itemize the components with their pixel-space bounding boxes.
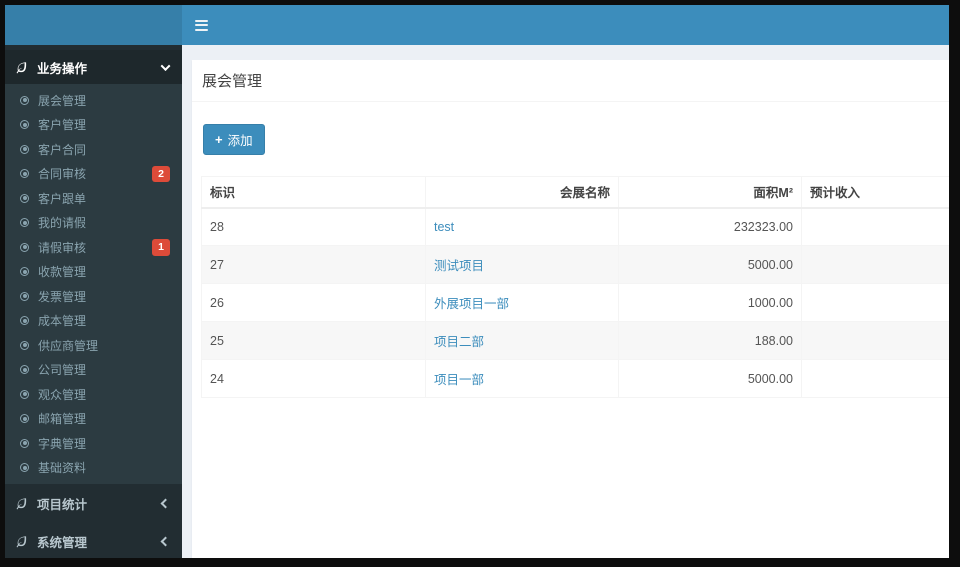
table-row: 26 外展项目一部 1000.00 10000.00 外展项目	[201, 283, 949, 322]
sidebar-menu-item[interactable]: 发票管理	[5, 284, 182, 309]
exhibition-name-link[interactable]: 测试项目	[434, 259, 484, 273]
dot-circle-icon	[20, 193, 29, 203]
cell-area: 232323.00	[618, 207, 802, 246]
table-row: 24 项目一部 5000.00 100000.00 内展项目	[201, 359, 949, 398]
dot-circle-icon	[20, 365, 29, 375]
dot-circle-icon	[20, 95, 29, 105]
exhibition-panel: 展会管理 + 添加 标识会展名称面积M²预计收入实施部门	[192, 60, 949, 558]
dot-circle-icon	[20, 389, 29, 399]
exhibition-name-link[interactable]: test	[434, 220, 454, 234]
sidebar-menu-item[interactable]: 字典管理	[5, 431, 182, 456]
sidebar-menu-item[interactable]: 基础资料	[5, 456, 182, 481]
sidebar-menu-item[interactable]: 合同审核 2	[5, 162, 182, 187]
notification-badge: 2	[152, 165, 170, 182]
sidebar-menu-item[interactable]: 客户跟单	[5, 186, 182, 211]
sidebar-menu-item[interactable]: 客户管理	[5, 113, 182, 138]
sidebar-section-label: 系统管理	[37, 535, 88, 550]
logo-area[interactable]	[5, 5, 182, 45]
sidebar-section-system-mgmt[interactable]: 系统管理	[5, 522, 182, 558]
content-area: 展会管理 + 添加 标识会展名称面积M²预计收入实施部门	[182, 45, 949, 558]
table-column-header[interactable]: 预计收入	[801, 176, 949, 209]
sidebar-menu-item[interactable]: 供应商管理	[5, 333, 182, 358]
cell-income: 3232.00	[801, 207, 949, 246]
sidebar-menu-item[interactable]: 观众管理	[5, 382, 182, 407]
dot-circle-icon	[20, 169, 29, 179]
dot-circle-icon	[20, 340, 29, 350]
sidebar: 业务操作 展会管理 客户管理 客户合同 合同审核 2 客户跟单 我的请假 请假审…	[5, 45, 182, 558]
exhibition-table: 标识会展名称面积M²预计收入实施部门 28 test 232323.00 323…	[201, 176, 949, 398]
chevron-left-icon	[160, 536, 171, 546]
table-row: 27 测试项目 5000.00 100000.00 内展项目	[201, 245, 949, 284]
app-window: 业务操作 展会管理 客户管理 客户合同 合同审核 2 客户跟单 我的请假 请假审…	[5, 5, 949, 558]
sidebar-menu-item[interactable]: 成本管理	[5, 309, 182, 334]
table-column-header[interactable]: 标识	[201, 176, 426, 209]
cell-id: 24	[201, 359, 426, 398]
cell-id: 28	[201, 207, 426, 246]
chevron-down-icon	[160, 60, 171, 71]
sidebar-menu-item[interactable]: 收款管理	[5, 260, 182, 285]
exhibition-name-link[interactable]: 外展项目一部	[434, 297, 509, 311]
sidebar-menu-item[interactable]: 请假审核 1	[5, 235, 182, 260]
cell-income: 100000.00	[801, 359, 949, 398]
sidebar-menu-item[interactable]: 客户合同	[5, 137, 182, 162]
dot-circle-icon	[20, 291, 29, 301]
cell-area: 5000.00	[618, 245, 802, 284]
cell-id: 27	[201, 245, 426, 284]
sidebar-menu-item[interactable]: 邮箱管理	[5, 407, 182, 432]
sidebar-section-business-ops[interactable]: 业务操作	[5, 50, 182, 84]
table-row: 25 项目二部 188.00 10000.00 内展项目	[201, 321, 949, 360]
sidebar-toggle-button[interactable]	[195, 19, 208, 31]
panel-header: 展会管理	[192, 60, 949, 102]
cell-income: 10000.00	[801, 321, 949, 360]
exhibition-name-link[interactable]: 项目一部	[434, 373, 484, 387]
table-header-row: 标识会展名称面积M²预计收入实施部门	[201, 176, 949, 209]
cell-id: 26	[201, 283, 426, 322]
sidebar-menu-item[interactable]: 我的请假	[5, 211, 182, 236]
sidebar-menu-item[interactable]: 展会管理	[5, 88, 182, 113]
cell-income: 100000.00	[801, 245, 949, 284]
sidebar-menu-item[interactable]: 公司管理	[5, 358, 182, 383]
panel-body: + 添加 标识会展名称面积M²预计收入实施部门	[192, 102, 949, 408]
exhibition-name-link[interactable]: 项目二部	[434, 335, 484, 349]
top-bar	[5, 5, 949, 45]
dot-circle-icon	[20, 438, 29, 448]
notification-badge: 1	[152, 239, 170, 256]
table-body: 28 test 232323.00 3232.00 内展项目 27 测试项目	[201, 207, 949, 398]
page-title: 展会管理	[202, 73, 263, 90]
plus-icon: +	[215, 132, 223, 147]
leaf-icon	[15, 497, 28, 510]
add-button[interactable]: + 添加	[203, 124, 265, 155]
leaf-icon	[15, 61, 28, 74]
dot-circle-icon	[20, 218, 29, 228]
table-column-header[interactable]: 会展名称	[425, 176, 619, 209]
cell-id: 25	[201, 321, 426, 360]
table-column-header[interactable]: 面积M²	[618, 176, 802, 209]
cell-income: 10000.00	[801, 283, 949, 322]
cell-area: 5000.00	[618, 359, 802, 398]
cell-area: 1000.00	[618, 283, 802, 322]
dot-circle-icon	[20, 267, 29, 277]
sidebar-section-project-stats[interactable]: 项目统计	[5, 484, 182, 522]
dot-circle-icon	[20, 144, 29, 154]
table-row: 28 test 232323.00 3232.00 内展项目	[201, 207, 949, 246]
dot-circle-icon	[20, 414, 29, 424]
leaf-icon	[15, 535, 28, 548]
dot-circle-icon	[20, 242, 29, 252]
sidebar-section-label: 项目统计	[37, 497, 88, 512]
chevron-left-icon	[160, 498, 171, 508]
sidebar-submenu: 展会管理 客户管理 客户合同 合同审核 2 客户跟单 我的请假 请假审核 1 收…	[5, 84, 182, 484]
sidebar-section-label: 业务操作	[37, 61, 88, 76]
navbar	[182, 5, 949, 45]
dot-circle-icon	[20, 316, 29, 326]
cell-area: 188.00	[618, 321, 802, 360]
dot-circle-icon	[20, 463, 29, 473]
bars-icon	[195, 19, 208, 22]
dot-circle-icon	[20, 120, 29, 130]
